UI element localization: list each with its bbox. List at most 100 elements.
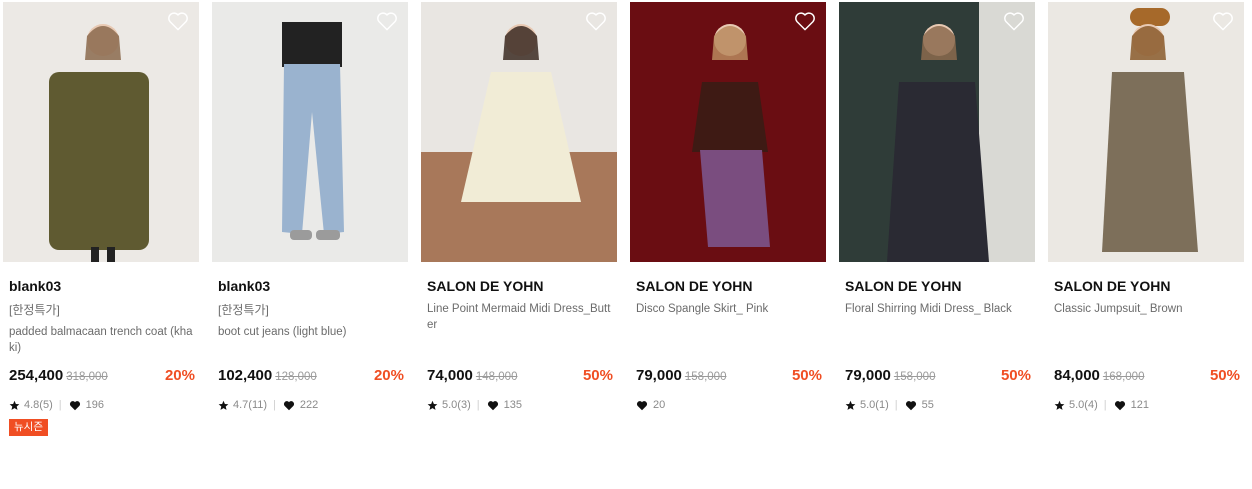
- product-thumbnail[interactable]: [212, 2, 408, 262]
- meta-divider: |: [1103, 399, 1107, 411]
- meta-divider: |: [58, 399, 62, 411]
- price-row: 74,000 148,000 50%: [427, 367, 617, 387]
- like-heart-icon: [1114, 399, 1126, 411]
- product-name[interactable]: Line Point Mermaid Midi Dress_Butter: [427, 301, 613, 333]
- product-thumbnail[interactable]: [1048, 2, 1244, 262]
- wishlist-heart-icon[interactable]: [167, 11, 189, 31]
- discount-rate: 50%: [1000, 367, 1031, 384]
- product-info: Line Point Mermaid Midi Dress_Butter: [427, 301, 617, 367]
- brand-name[interactable]: SALON DE YOHN: [427, 278, 617, 295]
- discount-rate: 50%: [1209, 367, 1240, 384]
- like-heart-icon: [69, 399, 81, 411]
- price-row: 79,000 158,000 50%: [636, 367, 826, 387]
- product-photo[interactable]: [3, 2, 199, 262]
- discount-rate: 20%: [373, 367, 404, 384]
- product-info: [한정특가] padded balmacaan trench coat (khak…: [9, 301, 199, 367]
- promo-tag: [한정특가]: [218, 303, 269, 317]
- product-thumbnail[interactable]: [3, 2, 199, 262]
- product-card[interactable]: SALON DE YOHN Classic Jumpsuit_ Brown 84…: [1048, 2, 1244, 413]
- product-meta: 4.8(5) | 196: [9, 397, 199, 413]
- rating-value: 4.7(11): [233, 399, 268, 411]
- original-price: 148,000: [475, 371, 518, 383]
- wishlist-heart-icon[interactable]: [585, 11, 607, 31]
- discount-rate: 20%: [164, 367, 195, 384]
- product-photo[interactable]: [212, 2, 408, 262]
- original-price: 158,000: [684, 371, 727, 383]
- discount-rate: 50%: [791, 367, 822, 384]
- product-card[interactable]: SALON DE YOHN Floral Shirring Midi Dress…: [839, 2, 1035, 413]
- product-info: Classic Jumpsuit_ Brown: [1054, 301, 1244, 367]
- brand-name[interactable]: SALON DE YOHN: [845, 278, 1035, 295]
- like-count: 55: [921, 399, 934, 411]
- like-count: 121: [1130, 399, 1149, 411]
- product-name[interactable]: padded balmacaan trench coat (khaki): [9, 324, 195, 356]
- star-icon: [427, 399, 438, 411]
- product-name[interactable]: Classic Jumpsuit_ Brown: [1054, 301, 1240, 317]
- price-row: 102,400 128,000 20%: [218, 367, 408, 387]
- sale-price: 79,000: [845, 367, 891, 384]
- product-card[interactable]: SALON DE YOHN Disco Spangle Skirt_ Pink …: [630, 2, 826, 413]
- product-info: Floral Shirring Midi Dress_ Black: [845, 301, 1035, 367]
- star-icon: [9, 399, 20, 411]
- wishlist-heart-icon[interactable]: [794, 11, 816, 31]
- wishlist-heart-icon[interactable]: [1003, 11, 1025, 31]
- brand-name[interactable]: blank03: [218, 278, 408, 295]
- product-thumbnail[interactable]: [630, 2, 826, 262]
- sale-price: 84,000: [1054, 367, 1100, 384]
- sale-price: 254,400: [9, 367, 64, 384]
- meta-divider: |: [894, 399, 898, 411]
- like-count: 222: [299, 399, 319, 411]
- price-row: 84,000 168,000 50%: [1054, 367, 1244, 387]
- product-thumbnail[interactable]: [839, 2, 1035, 262]
- new-season-badge: 뉴시즌: [9, 419, 48, 436]
- product-photo[interactable]: [421, 2, 617, 262]
- rating-value: 5.0(3): [442, 399, 471, 411]
- wishlist-heart-icon[interactable]: [376, 11, 398, 31]
- like-heart-icon: [905, 399, 917, 411]
- product-meta: 5.0(4) | 121: [1054, 397, 1244, 413]
- product-card[interactable]: blank03 [한정특가] boot cut jeans (light blue…: [212, 2, 408, 413]
- brand-name[interactable]: SALON DE YOHN: [1054, 278, 1244, 295]
- product-photo[interactable]: [839, 2, 1035, 262]
- product-thumbnail[interactable]: [421, 2, 617, 262]
- product-grid: blank03 [한정특가] padded balmacaan trench co…: [0, 0, 1252, 489]
- product-card[interactable]: SALON DE YOHN Line Point Mermaid Midi Dr…: [421, 2, 617, 413]
- like-count: 135: [503, 399, 522, 411]
- star-icon: [845, 399, 856, 411]
- like-count: 196: [85, 399, 104, 411]
- product-meta: 5.0(3) | 135: [427, 397, 617, 413]
- brand-name[interactable]: blank03: [9, 278, 199, 295]
- like-heart-icon: [283, 399, 295, 411]
- brand-name[interactable]: SALON DE YOHN: [636, 278, 826, 295]
- product-name[interactable]: Disco Spangle Skirt_ Pink: [636, 301, 822, 317]
- original-price: 128,000: [275, 371, 317, 383]
- rating-value: 5.0(4): [1069, 399, 1098, 411]
- product-name[interactable]: boot cut jeans (light blue): [218, 324, 404, 340]
- price-row: 254,400 318,000 20%: [9, 367, 199, 387]
- product-photo[interactable]: [630, 2, 826, 262]
- like-heart-icon: [636, 399, 648, 411]
- product-photo[interactable]: [1048, 2, 1244, 262]
- wishlist-heart-icon[interactable]: [1212, 11, 1234, 31]
- meta-divider: |: [273, 399, 276, 411]
- product-meta: 5.0(1) | 55: [845, 397, 1035, 413]
- original-price: 158,000: [893, 371, 936, 383]
- original-price: 318,000: [66, 371, 108, 383]
- sale-price: 74,000: [427, 367, 473, 384]
- product-meta: 4.7(11) | 222: [218, 397, 408, 413]
- original-price: 168,000: [1102, 371, 1145, 383]
- rating-value: 4.8(5): [24, 399, 53, 411]
- meta-divider: |: [476, 399, 480, 411]
- like-count: 20: [653, 399, 666, 411]
- product-info: [한정특가] boot cut jeans (light blue): [218, 301, 408, 367]
- sale-price: 102,400: [218, 367, 273, 384]
- sale-price: 79,000: [636, 367, 682, 384]
- product-meta: 20: [636, 397, 826, 413]
- price-row: 79,000 158,000 50%: [845, 367, 1035, 387]
- star-icon: [1054, 399, 1065, 411]
- rating-value: 5.0(1): [860, 399, 889, 411]
- product-card[interactable]: blank03 [한정특가] padded balmacaan trench co…: [3, 2, 199, 436]
- star-icon: [218, 399, 229, 411]
- product-info: Disco Spangle Skirt_ Pink: [636, 301, 826, 367]
- product-name[interactable]: Floral Shirring Midi Dress_ Black: [845, 301, 1031, 317]
